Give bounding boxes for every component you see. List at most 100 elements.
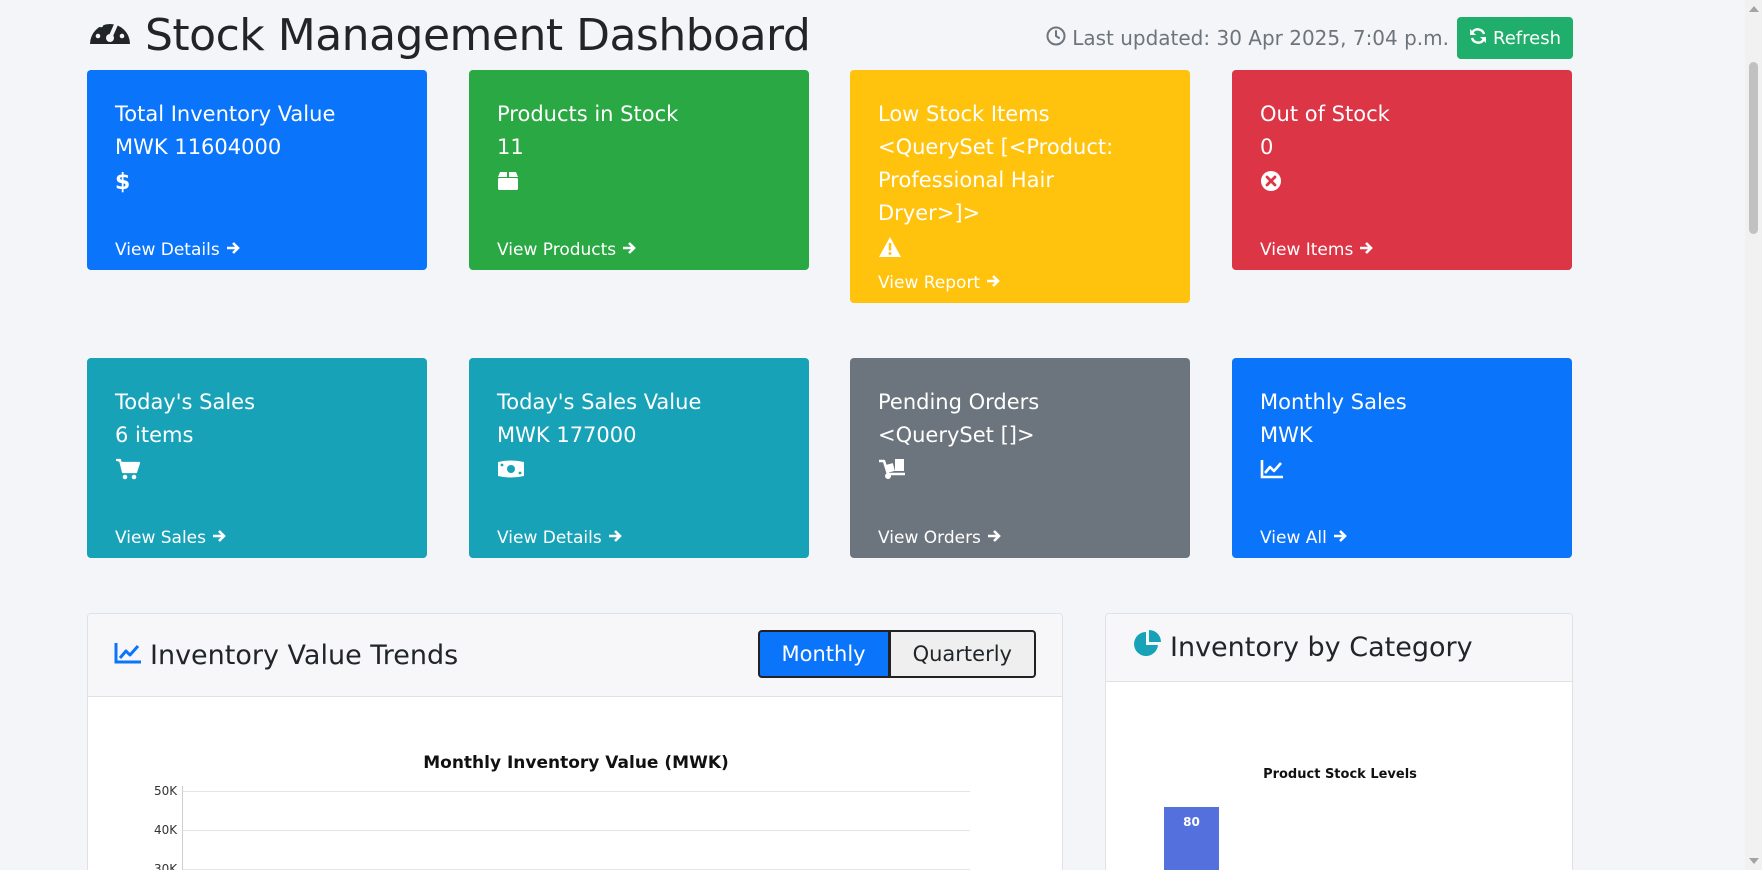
refresh-icon — [1469, 27, 1487, 50]
quarterly-toggle-button[interactable]: Quarterly — [888, 630, 1036, 678]
chart-line-icon — [1260, 452, 1544, 485]
monthly-toggle-button[interactable]: Monthly — [757, 630, 890, 678]
page-title-text: Stock Management Dashboard — [145, 10, 811, 61]
link-label: View Report — [878, 273, 981, 293]
scroll-down-arrow-icon[interactable] — [1749, 858, 1759, 864]
card-value: <QuerySet [<Product: Professional Hair D… — [878, 135, 1114, 225]
view-details-link[interactable]: View Details — [115, 240, 240, 260]
card-low-stock-items: Low Stock Items <QuerySet [<Product: Pro… — [850, 70, 1190, 303]
view-report-link[interactable]: View Report — [878, 273, 1000, 293]
card-title: Out of Stock — [1260, 102, 1390, 126]
panel-title: Inventory Value Trends — [114, 640, 458, 671]
svg-text:$: $ — [115, 170, 129, 193]
arrow-right-icon — [608, 528, 622, 548]
stock-levels-chart: Product Stock Levels 80 — [1106, 683, 1572, 870]
refresh-label: Refresh — [1493, 27, 1561, 49]
scroll-thumb[interactable] — [1749, 62, 1758, 234]
scroll-up-arrow-icon[interactable] — [1749, 6, 1759, 12]
card-value: 0 — [1260, 135, 1274, 159]
card-todays-sales-value: Today's Sales Value MWK 177000 View Deta… — [469, 358, 809, 558]
inventory-category-panel: Inventory by Category Product Stock Leve… — [1105, 613, 1573, 870]
tachometer-icon — [87, 10, 133, 61]
panel-header: Inventory Value Trends Monthly Quarterly — [88, 614, 1062, 697]
chart-line-icon — [114, 640, 142, 671]
arrow-right-icon — [1333, 528, 1347, 548]
stock-bar: 80 — [1164, 807, 1219, 870]
view-products-link[interactable]: View Products — [497, 240, 636, 260]
card-title: Total Inventory Value — [115, 102, 336, 126]
arrow-right-icon — [986, 273, 1000, 293]
panel-title-text: Inventory Value Trends — [150, 639, 459, 671]
page-title: Stock Management Dashboard — [87, 10, 811, 61]
y-tick-label: 40K — [154, 823, 178, 837]
last-updated-text: Last updated: 30 Apr 2025, 7:04 p.m. — [1072, 26, 1450, 50]
card-pending-orders: Pending Orders <QuerySet []> View Orders — [850, 358, 1190, 558]
card-value: MWK — [1260, 423, 1313, 447]
stats-row-1: Total Inventory Value MWK 11604000 $ Vie… — [87, 70, 1573, 310]
card-title: Low Stock Items — [878, 102, 1050, 126]
warning-icon — [878, 230, 1162, 263]
view-all-link[interactable]: View All — [1260, 528, 1347, 548]
y-tick-label: 30K — [154, 862, 178, 870]
chart-title: Product Stock Levels — [1263, 767, 1417, 782]
dashboard-header: Stock Management Dashboard Last updated:… — [87, 8, 1573, 66]
panel-title-text: Inventory by Category — [1170, 632, 1473, 663]
card-title: Today's Sales Value — [497, 390, 702, 414]
panel-title: Inventory by Category — [1132, 629, 1473, 666]
vertical-scrollbar[interactable] — [1745, 0, 1762, 870]
arrow-right-icon — [226, 240, 240, 260]
arrow-right-icon — [1359, 240, 1374, 260]
bar-data-label: 80 — [1183, 815, 1200, 829]
card-title: Pending Orders — [878, 390, 1040, 414]
link-label: View Sales — [115, 528, 206, 548]
panel-header: Inventory by Category — [1106, 614, 1572, 682]
card-products-in-stock: Products in Stock 11 View Products — [469, 70, 809, 270]
dolly-icon — [878, 452, 1162, 485]
view-items-link[interactable]: View Items — [1260, 240, 1374, 260]
card-out-of-stock: Out of Stock 0 View Items — [1232, 70, 1572, 270]
period-toggle: Monthly Quarterly — [757, 630, 1036, 678]
header-actions: Last updated: 30 Apr 2025, 7:04 p.m. Ref… — [1046, 17, 1573, 59]
refresh-button[interactable]: Refresh — [1457, 17, 1573, 59]
box-icon — [497, 164, 781, 197]
stats-row-2: Today's Sales 6 items View Sales Today's… — [87, 358, 1573, 598]
last-updated: Last updated: 30 Apr 2025, 7:04 p.m. — [1046, 26, 1449, 51]
view-orders-link[interactable]: View Orders — [878, 528, 1001, 548]
gridline — [182, 830, 970, 831]
link-label: View Details — [115, 240, 220, 260]
clock-icon — [1046, 26, 1066, 51]
card-value: MWK 11604000 — [115, 135, 282, 159]
link-label: View Orders — [878, 528, 981, 548]
arrow-right-icon — [212, 528, 226, 548]
cart-icon — [115, 452, 399, 485]
card-title: Today's Sales — [115, 390, 256, 414]
y-tick-label: 50K — [154, 784, 178, 798]
card-value: MWK 177000 — [497, 423, 637, 447]
link-label: View Details — [497, 528, 602, 548]
times-circle-icon — [1260, 164, 1544, 197]
card-title: Products in Stock — [497, 102, 679, 126]
link-label: View Products — [497, 240, 617, 260]
inventory-trends-panel: Inventory Value Trends Monthly Quarterly… — [87, 613, 1063, 870]
arrow-right-icon — [622, 240, 636, 260]
card-value: <QuerySet []> — [878, 423, 1035, 447]
y-axis-line — [182, 786, 183, 870]
chart-title: Monthly Inventory Value (MWK) — [423, 753, 729, 773]
card-value: 11 — [497, 135, 524, 159]
card-title: Monthly Sales — [1260, 390, 1407, 414]
gridline — [182, 791, 970, 792]
bar-plot-area: 80 — [1164, 807, 1544, 870]
monthly-inventory-chart: Monthly Inventory Value (MWK) 50K 40K 30… — [88, 698, 1062, 870]
card-todays-sales: Today's Sales 6 items View Sales — [87, 358, 427, 558]
pie-chart-icon — [1132, 629, 1162, 666]
card-value: 6 items — [115, 423, 194, 447]
view-details-link[interactable]: View Details — [497, 528, 622, 548]
card-monthly-sales: Monthly Sales MWK View All — [1232, 358, 1572, 558]
link-label: View Items — [1260, 240, 1354, 260]
dollar-icon: $ — [115, 164, 399, 197]
arrow-right-icon — [987, 528, 1001, 548]
view-sales-link[interactable]: View Sales — [115, 528, 226, 548]
card-total-inventory-value: Total Inventory Value MWK 11604000 $ Vie… — [87, 70, 427, 270]
link-label: View All — [1260, 528, 1327, 548]
money-icon — [497, 452, 781, 485]
